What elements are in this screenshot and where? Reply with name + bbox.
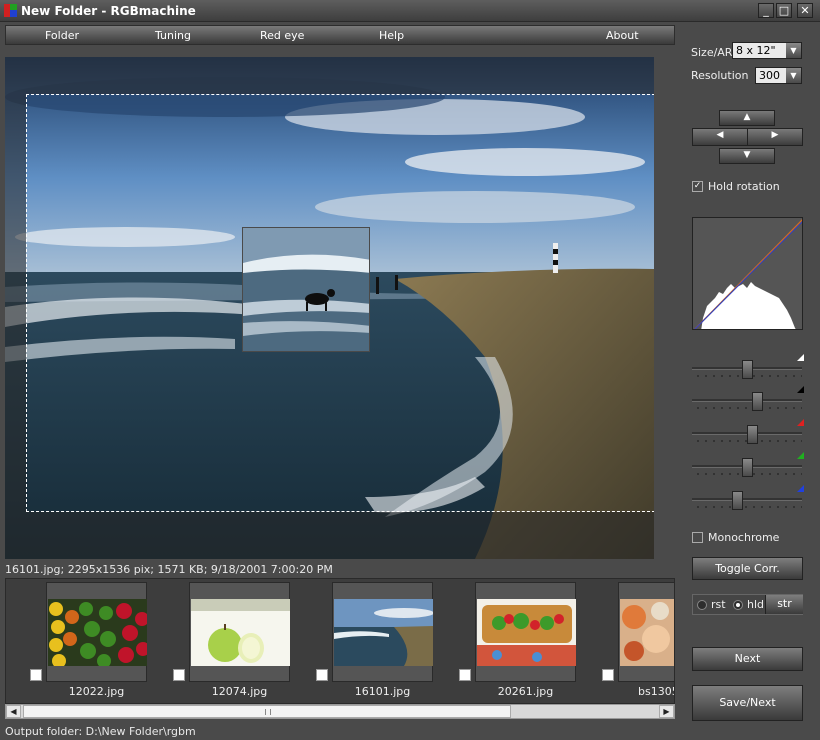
slider-ticks bbox=[694, 505, 802, 509]
blue-slider[interactable] bbox=[692, 485, 804, 511]
thumbnail-checkbox-bs13055[interactable] bbox=[602, 669, 614, 681]
menu-bar: Folder Tuning Red eye Help About bbox=[5, 25, 675, 45]
thumbnail-label: 12074.jpg bbox=[211, 685, 268, 698]
chevron-down-icon[interactable]: ▼ bbox=[786, 68, 801, 83]
mode-radio-group: rst hld str bbox=[692, 594, 803, 615]
hold-rotation-checkbox[interactable]: ✓ bbox=[692, 181, 703, 192]
close-button[interactable]: ✕ bbox=[797, 3, 813, 18]
crop-mask-top bbox=[5, 57, 654, 94]
slider-track bbox=[692, 498, 802, 501]
thumbnail-20261[interactable] bbox=[475, 582, 576, 682]
histogram bbox=[692, 217, 803, 330]
thumbnail-12074[interactable] bbox=[189, 582, 290, 682]
black-marker-icon bbox=[790, 386, 804, 393]
thumbnail-checkbox-12074[interactable] bbox=[173, 669, 185, 681]
salad-photo bbox=[477, 599, 576, 666]
arrow-left-icon: ◀ bbox=[716, 130, 724, 140]
white-marker-icon bbox=[790, 354, 804, 361]
minimize-button[interactable]: _ bbox=[758, 3, 774, 18]
scroll-left-icon[interactable]: ◀ bbox=[6, 705, 21, 718]
slider-thumb[interactable] bbox=[752, 392, 763, 411]
resolution-label: Resolution bbox=[691, 69, 749, 82]
slider-thumb[interactable] bbox=[747, 425, 758, 444]
thumbnail-checkbox-16101[interactable] bbox=[316, 669, 328, 681]
beach-photo bbox=[334, 599, 433, 666]
scrollbar-thumb[interactable] bbox=[23, 705, 511, 718]
red-slider[interactable] bbox=[692, 419, 804, 445]
rotate-up-button[interactable]: ▲ bbox=[719, 110, 775, 126]
output-folder: Output folder: D:\New Folder\rgbm bbox=[5, 725, 196, 738]
title-bar: New Folder - RGBmachine _ □ ✕ bbox=[0, 0, 820, 22]
rotate-left-button[interactable]: ◀ bbox=[692, 128, 748, 146]
checkmark-icon: ✓ bbox=[693, 181, 702, 191]
image-canvas[interactable] bbox=[5, 57, 654, 559]
toggle-corr-button[interactable]: Toggle Corr. bbox=[692, 557, 803, 580]
rst-label: rst bbox=[711, 598, 726, 611]
thumbnail-strip: 12022.jpg 12074.jpg 16101.jpg 20261.jpg … bbox=[5, 578, 675, 704]
thumbnail-bs13055[interactable] bbox=[618, 582, 674, 682]
thumbnail-label: 12022.jpg bbox=[68, 685, 125, 698]
next-button[interactable]: Next bbox=[692, 647, 803, 671]
horizontal-scrollbar[interactable]: ◀ ▶ bbox=[5, 704, 675, 719]
app-icon bbox=[4, 4, 17, 17]
hld-label: hld bbox=[747, 598, 765, 611]
red-marker-icon bbox=[790, 419, 804, 426]
apples-photo bbox=[191, 599, 290, 666]
menu-red-eye[interactable]: Red eye bbox=[260, 29, 304, 42]
size-ar-select[interactable]: 8 x 12" ▼ bbox=[732, 42, 802, 59]
size-ar-value: 8 x 12" bbox=[736, 44, 776, 57]
green-marker-icon bbox=[790, 452, 804, 459]
menu-folder[interactable]: Folder bbox=[45, 29, 79, 42]
window-title: New Folder - RGBmachine bbox=[21, 4, 196, 18]
arrow-right-icon: ▶ bbox=[771, 130, 779, 140]
monochrome-label: Monochrome bbox=[708, 531, 780, 544]
menu-about[interactable]: About bbox=[606, 29, 639, 42]
brightness-slider[interactable] bbox=[692, 354, 804, 380]
maximize-button[interactable]: □ bbox=[776, 3, 792, 18]
shells-photo bbox=[620, 599, 674, 666]
arrow-down-icon: ▼ bbox=[743, 150, 751, 160]
thumbnail-label: 20261.jpg bbox=[497, 685, 554, 698]
save-next-button[interactable]: Save/Next bbox=[692, 685, 803, 721]
peppers-photo bbox=[48, 599, 147, 666]
monochrome-checkbox[interactable] bbox=[692, 532, 703, 543]
slider-track bbox=[692, 399, 802, 402]
thumbnail-12022[interactable] bbox=[46, 582, 147, 682]
thumbnail-label: bs13055 bbox=[638, 685, 674, 698]
contrast-slider[interactable] bbox=[692, 386, 804, 412]
str-button[interactable]: str bbox=[765, 595, 803, 614]
thumbnail-16101[interactable] bbox=[332, 582, 433, 682]
thumbnail-label: 16101.jpg bbox=[354, 685, 411, 698]
crop-mask-left bbox=[5, 94, 26, 512]
scroll-right-icon[interactable]: ▶ bbox=[659, 705, 674, 718]
rotate-right-button[interactable]: ▶ bbox=[747, 128, 803, 146]
rst-radio[interactable] bbox=[697, 600, 707, 610]
slider-ticks bbox=[694, 406, 802, 410]
thumbnail-checkbox-20261[interactable] bbox=[459, 669, 471, 681]
hld-radio[interactable] bbox=[733, 600, 743, 610]
hold-rotation-label: Hold rotation bbox=[708, 180, 780, 193]
chevron-down-icon[interactable]: ▼ bbox=[786, 43, 801, 58]
slider-thumb[interactable] bbox=[732, 491, 743, 510]
grip-icon bbox=[265, 709, 271, 715]
slider-thumb[interactable] bbox=[742, 360, 753, 379]
slider-thumb[interactable] bbox=[742, 458, 753, 477]
menu-tuning[interactable]: Tuning bbox=[155, 29, 191, 42]
file-info: 16101.jpg; 2295x1536 pix; 1571 KB; 9/18/… bbox=[5, 563, 333, 576]
thumbnail-checkbox-12022[interactable] bbox=[30, 669, 42, 681]
green-slider[interactable] bbox=[692, 452, 804, 478]
crop-mask-bottom bbox=[5, 512, 654, 559]
arrow-up-icon: ▲ bbox=[743, 112, 751, 122]
menu-help[interactable]: Help bbox=[379, 29, 404, 42]
blue-marker-icon bbox=[790, 485, 804, 492]
resolution-value: 300 bbox=[759, 69, 780, 82]
zoom-preview bbox=[242, 227, 370, 352]
resolution-select[interactable]: 300 ▼ bbox=[755, 67, 802, 84]
size-ar-label: Size/AR bbox=[691, 46, 733, 59]
rotate-down-button[interactable]: ▼ bbox=[719, 148, 775, 164]
